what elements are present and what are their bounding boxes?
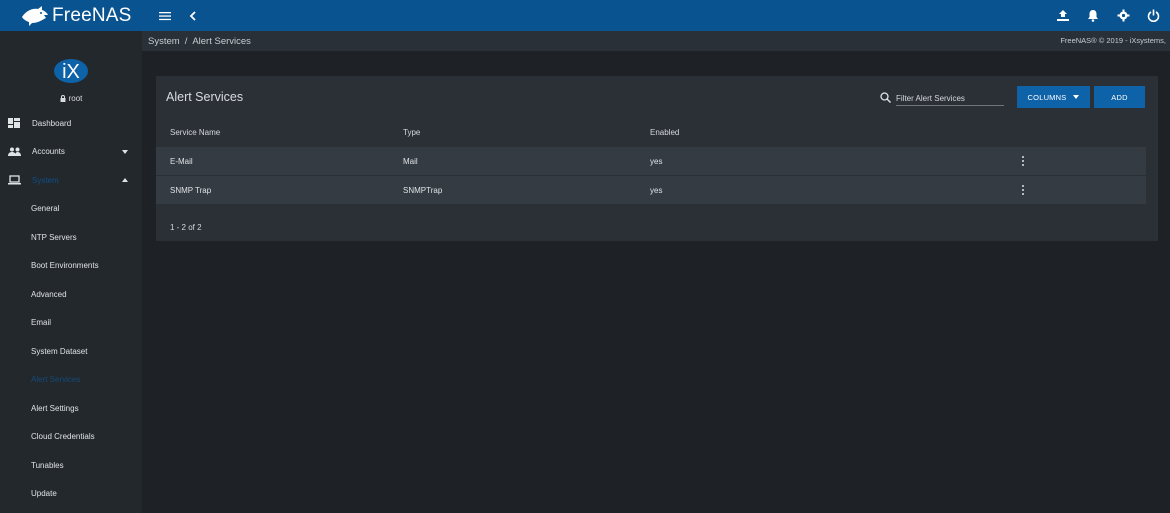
ix-logo-icon: iX [54,59,88,83]
brand-name: FreeNAS [52,4,132,26]
sidebar-item-label: General [31,204,60,214]
table-header: Service Name Type Enabled [156,118,1146,147]
sidebar-subitem-alert-services[interactable]: Alert Services [0,366,142,395]
main-content: Alert Services COLUMNS ADD Service Name … [142,51,1170,513]
sidebar-item-label: System Dataset [31,346,88,356]
column-header-type[interactable]: Type [403,128,650,137]
sidebar-subitem-ntp-servers[interactable]: NTP Servers [0,223,142,252]
lock-icon [60,95,66,102]
sidebar-item-label: Accounts [32,147,65,157]
cell-type: Mail [403,156,418,166]
sidebar-item-label: NTP Servers [31,232,77,242]
sidebar-item-label: System [32,175,59,185]
alerts-button[interactable] [1082,5,1104,27]
sidebar-item-label: Boot Environments [31,261,99,271]
sidebar-item-label: Email [31,318,52,328]
menu-icon [159,11,171,20]
alert-services-table: Service Name Type Enabled E-Mail Mail ye… [156,118,1146,205]
columns-button[interactable]: COLUMNS [1017,86,1090,108]
username-label: root [68,94,83,103]
sidebar: iX root Dashboard Accounts System Genera… [0,31,142,513]
add-button-label: ADD [1111,92,1128,102]
breadcrumb: System / Alert Services FreeNAS® © 2019 … [142,31,1170,51]
add-button[interactable]: ADD [1094,86,1145,108]
cell-enabled: yes [650,185,663,195]
row-actions-button[interactable] [1008,184,1038,196]
sidebar-subitem-tunables[interactable]: Tunables [0,451,142,480]
more-vert-icon [1021,155,1025,167]
sidebar-subitem-update[interactable]: Update [0,480,142,509]
cell-service-name: E-Mail [170,156,193,166]
breadcrumb-separator: / [184,35,188,47]
dashboard-icon [7,117,21,129]
dropbox-upload-icon [1057,9,1069,21]
cell-type: SNMPTrap [403,185,443,195]
sidebar-subitem-advanced[interactable]: Advanced [0,280,142,309]
power-icon [1147,9,1159,22]
brand[interactable]: FreeNAS [0,0,142,31]
breadcrumb-current: Alert Services [192,35,251,47]
sidebar-item-label: Dashboard [32,118,72,128]
sidebar-subitem-system-dataset[interactable]: System Dataset [0,337,142,366]
sidebar-item-label: Update [31,489,57,499]
table-row[interactable]: SNMP Trap SNMPTrap yes [156,176,1146,205]
chevron-up-icon [122,178,128,183]
table-row[interactable]: E-Mail Mail yes [156,147,1146,176]
sidebar-subitem-cloud-credentials[interactable]: Cloud Credentials [0,423,142,452]
cell-enabled: yes [650,156,663,166]
filter-input[interactable] [896,89,1004,106]
back-chevron-icon [189,10,196,21]
cell-service-name: SNMP Trap [170,185,212,195]
paginator-range: 1 - 2 of 2 [170,223,202,232]
menu-toggle-button[interactable] [154,5,176,27]
sidebar-item-label: Cloud Credentials [31,432,95,442]
row-actions-button[interactable] [1008,155,1038,167]
sidebar-item-label: Alert Settings [31,403,79,413]
sidebar-item-accounts[interactable]: Accounts [0,138,142,167]
sidebar-item-label: Advanced [31,289,67,299]
settings-button[interactable] [1112,5,1134,27]
directory-services-button[interactable] [1052,5,1074,27]
username: root [60,94,83,103]
freenas-shark-logo-icon [22,5,48,26]
sidebar-subitem-boot-environments[interactable]: Boot Environments [0,252,142,281]
caret-down-icon [1073,95,1080,99]
svg-text:iX: iX [62,61,80,83]
columns-button-label: COLUMNS [1027,92,1067,102]
sidebar-subitem-email[interactable]: Email [0,309,142,338]
sidebar-subitem-alert-settings[interactable]: Alert Settings [0,394,142,423]
sidebar-item-label: Alert Services [31,375,81,385]
sidebar-item-label: Tunables [31,460,64,470]
sidebar-item-dashboard[interactable]: Dashboard [0,109,142,138]
copyright-text: FreeNAS® © 2019 - iXsystems, [1060,36,1166,45]
chevron-down-icon [122,149,128,154]
filter-box [880,89,1004,106]
top-bar: FreeNAS [0,0,1170,31]
collapse-sidebar-button[interactable] [182,5,204,27]
bell-icon [1088,10,1098,22]
laptop-icon [7,174,21,186]
sidebar-subitem-general[interactable]: General [0,195,142,224]
sidebar-item-system[interactable]: System [0,166,142,195]
breadcrumb-parent[interactable]: System [148,36,180,47]
alert-services-card: Alert Services COLUMNS ADD Service Name … [156,76,1158,241]
user-profile: iX root [0,31,142,109]
column-header-enabled[interactable]: Enabled [650,128,1008,137]
gear-icon [1117,9,1129,22]
power-button[interactable] [1142,5,1164,27]
search-icon [880,92,891,103]
people-icon [7,146,21,158]
column-header-service-name[interactable]: Service Name [156,128,403,137]
more-vert-icon [1021,184,1025,196]
card-header: Alert Services [156,76,1158,118]
page-title: Alert Services [166,90,244,104]
